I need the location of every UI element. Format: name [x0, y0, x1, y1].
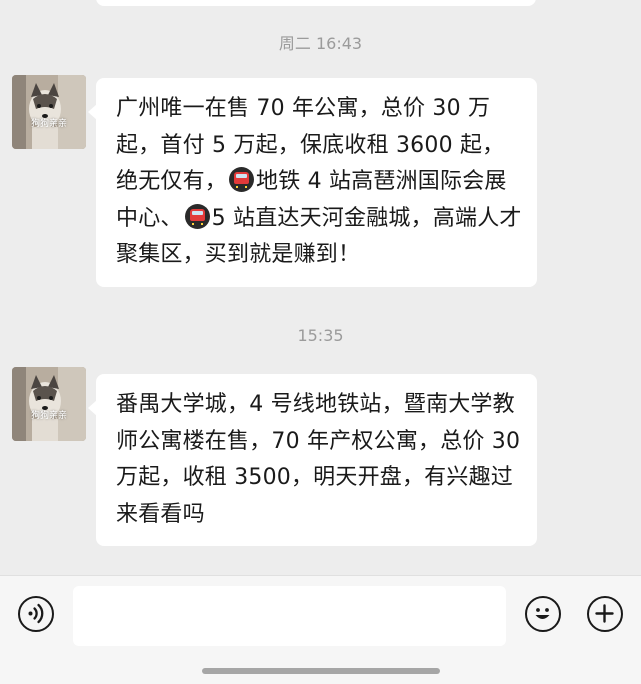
timestamp-divider: 周二 16:43: [278, 34, 363, 53]
voice-input-button[interactable]: [18, 596, 54, 632]
plus-icon: [595, 604, 614, 623]
avatar-caption: 狗狗亲亲: [30, 411, 67, 421]
timestamp-divider: 15:35: [297, 326, 344, 345]
avatar-caption: 狗狗亲亲: [30, 119, 67, 129]
dog-photo-icon: [12, 367, 86, 441]
message-text: 番禺大学城，4 号线地铁站，暨南大学教师公寓楼在售，70 年产权公寓，总价 30…: [116, 392, 521, 527]
message-bubble[interactable]: 番禺大学城，4 号线地铁站，暨南大学教师公寓楼在售，70 年产权公寓，总价 30…: [88, 374, 537, 546]
metro-emoji-icon: [184, 203, 210, 229]
voice-icon: [28, 603, 44, 624]
avatar[interactable]: 狗狗亲亲: [12, 367, 86, 441]
emoji-icon: [535, 608, 550, 619]
dog-photo-icon: [12, 75, 86, 149]
home-indicator[interactable]: [202, 668, 440, 674]
message-input[interactable]: [73, 586, 506, 646]
emoji-button[interactable]: [525, 596, 561, 632]
more-button[interactable]: [587, 596, 623, 632]
previous-message-bubble: [96, 0, 536, 6]
avatar[interactable]: 狗狗亲亲: [12, 75, 86, 149]
message-composer: [0, 575, 641, 684]
metro-emoji-icon: [229, 167, 255, 192]
message-bubble[interactable]: 广州唯一在售 70 年公寓，总价 30 万起，首付 5 万起，保底收租 3600…: [88, 78, 537, 287]
